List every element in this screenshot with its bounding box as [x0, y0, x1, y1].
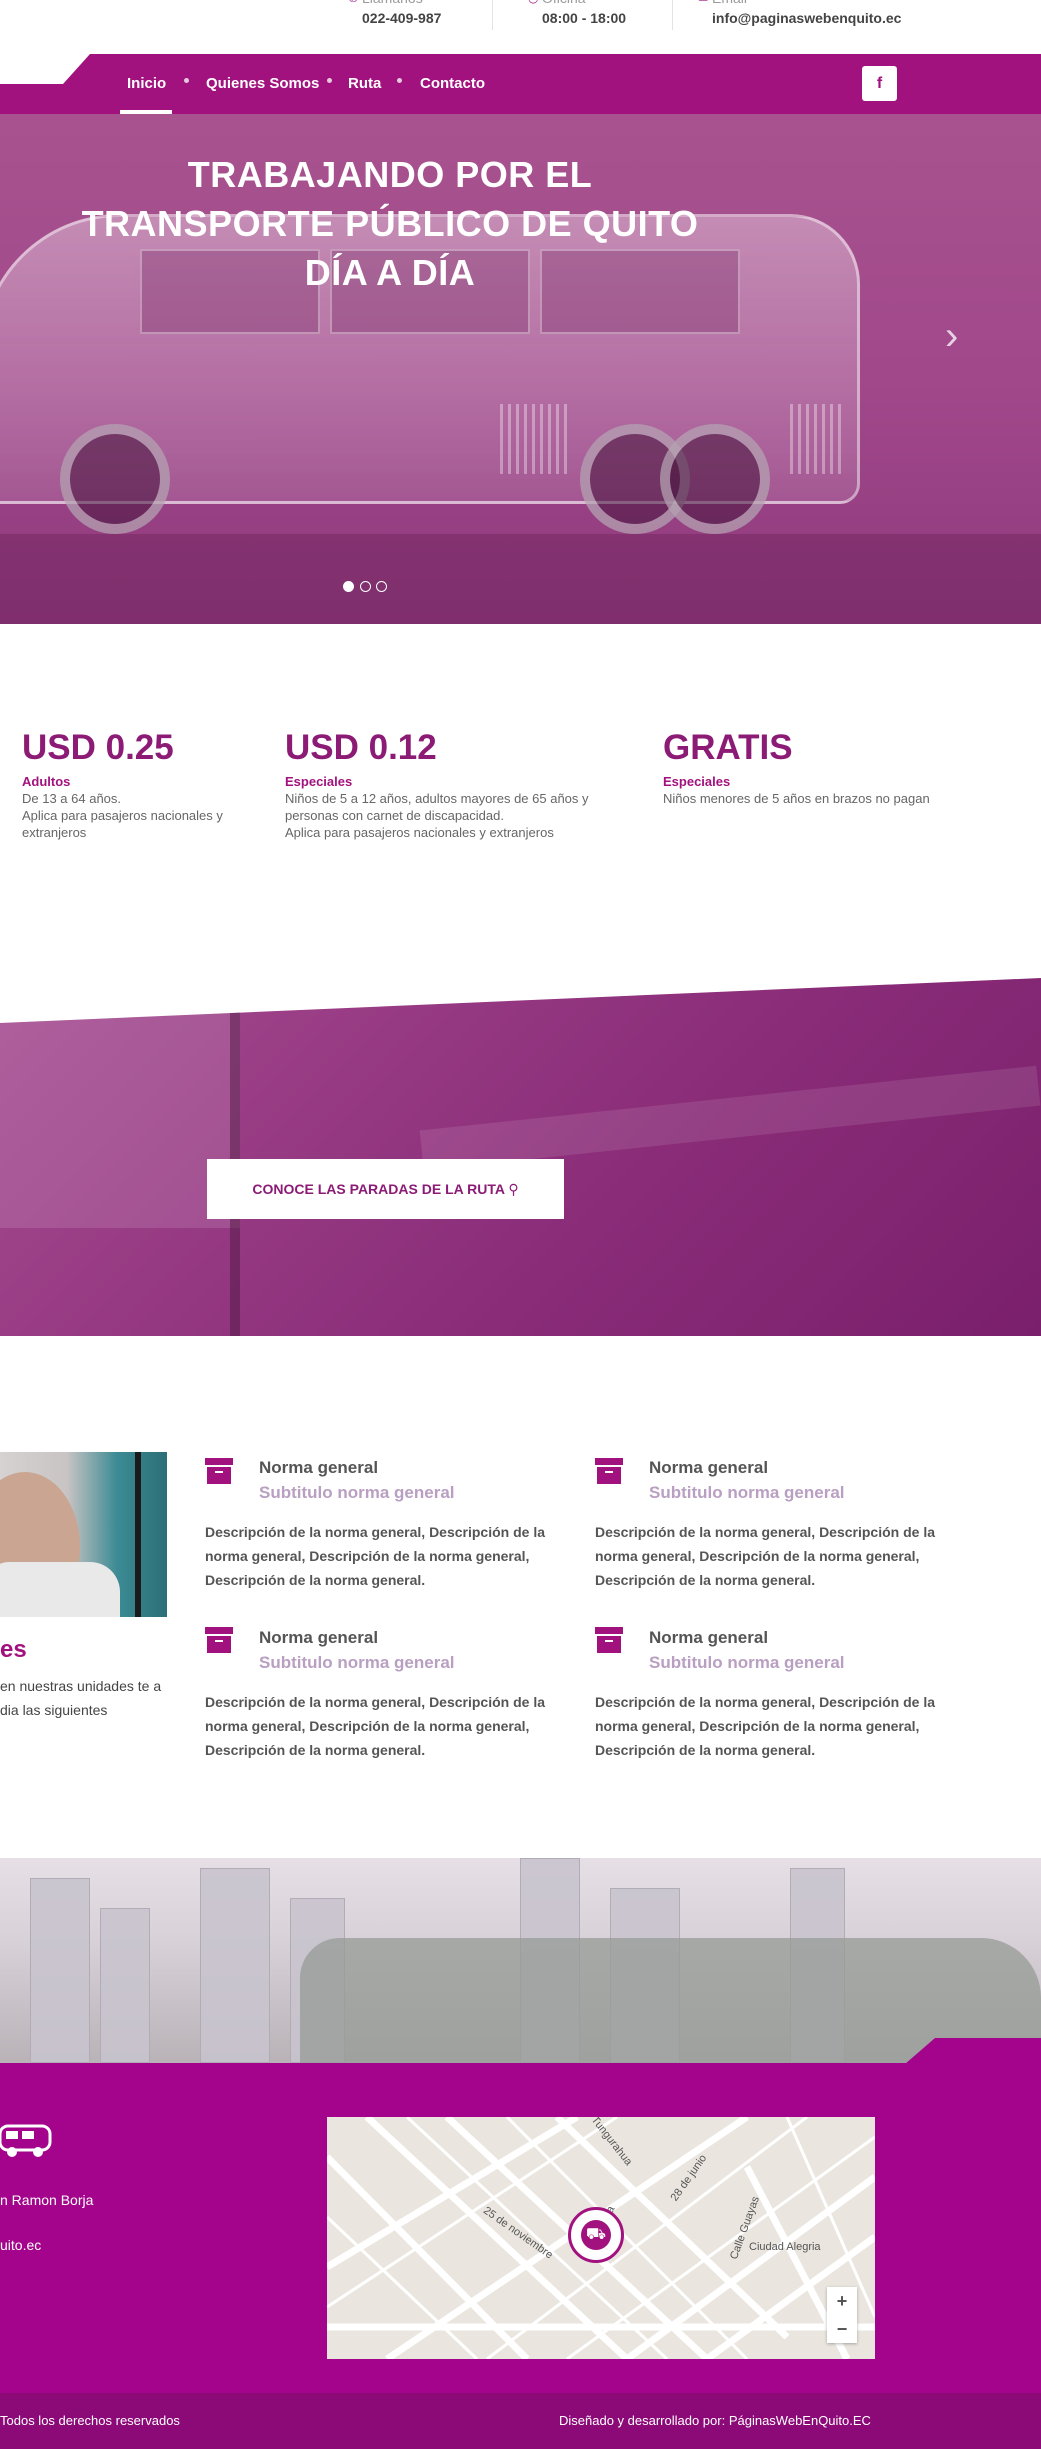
- map-zoom-control: + −: [827, 2287, 857, 2343]
- contact-label: Oficina: [542, 0, 626, 8]
- phone-icon: ✆: [348, 0, 358, 4]
- rule-title: Norma general: [259, 1458, 379, 1477]
- contact-value[interactable]: info@paginaswebenquito.ec: [712, 8, 901, 28]
- nav-quienes-somos[interactable]: Quienes Somos: [206, 72, 319, 96]
- clock-icon: ◷: [528, 0, 538, 4]
- contact-email: ✉ Email info@paginaswebenquito.ec: [698, 0, 901, 38]
- passenger-shirt: [0, 1562, 120, 1617]
- facebook-icon[interactable]: f: [862, 66, 897, 101]
- nav-separator: [327, 78, 332, 83]
- slider-dot-2[interactable]: [360, 581, 371, 592]
- rule-title: Norma general: [649, 1628, 769, 1647]
- hero-title: TRABAJANDO POR EL TRANSPORTE PÚBLICO DE …: [40, 150, 740, 297]
- price-info: Especiales Niños de 5 a 12 años, adultos…: [285, 774, 615, 841]
- rules-heading: es: [0, 1636, 27, 1663]
- rule-description: Descripción de la norma general, Descrip…: [595, 1694, 936, 1758]
- footer-email[interactable]: uito.ec: [0, 2236, 41, 2254]
- price-description: De 13 a 64 años.: [22, 791, 122, 806]
- rules-intro: en nuestras unidades te a dia las siguie…: [0, 1678, 162, 1718]
- bus-icon: ⛟: [581, 2220, 611, 2250]
- nav-inicio[interactable]: Inicio: [127, 72, 166, 96]
- city-banner: [0, 1858, 1041, 2063]
- contact-label: Email: [712, 0, 901, 8]
- passenger-photo: [0, 1452, 167, 1617]
- rule-title: Norma general: [649, 1458, 769, 1477]
- nav-contacto[interactable]: Contacto: [420, 72, 485, 96]
- nav-separator: [397, 78, 402, 83]
- rule-subtitle: Subtitulo norma general: [649, 1483, 845, 1502]
- price-info: Especiales Niños menores de 5 años en br…: [663, 774, 993, 807]
- contact-label: Llámanos: [362, 0, 441, 8]
- route-stops-button[interactable]: CONOCE LAS PARADAS DE LA RUTA ⚲: [207, 1159, 564, 1219]
- rule-title: Norma general: [259, 1628, 379, 1647]
- archive-icon: [595, 1458, 623, 1484]
- footer-address: n Ramon Borja: [0, 2192, 94, 2208]
- archive-icon: [205, 1627, 233, 1653]
- price-category: Especiales: [663, 774, 731, 789]
- bus-grille: [790, 404, 845, 474]
- bus-rail: [135, 1452, 141, 1617]
- rule-subtitle: Subtitulo norma general: [649, 1653, 845, 1672]
- bus-wheel: [60, 424, 170, 534]
- price-description: Aplica para pasajeros nacionales y extra…: [285, 825, 554, 840]
- contact-value[interactable]: 022-409-987: [362, 8, 441, 28]
- credits-link[interactable]: Diseñado y desarrollado por: PáginasWebE…: [559, 2413, 871, 2429]
- map-marker-icon[interactable]: ⛟: [568, 2207, 624, 2263]
- building: [200, 1868, 270, 2063]
- nav-ruta[interactable]: Ruta: [348, 72, 381, 96]
- nav-separator: [184, 78, 189, 83]
- price-description: Aplica para pasajeros nacionales y extra…: [22, 808, 223, 840]
- building: [30, 1878, 90, 2063]
- zoom-out-button[interactable]: −: [827, 2315, 857, 2343]
- slider-dot-1[interactable]: [343, 581, 354, 592]
- hero-title-line: TRANSPORTE PÚBLICO DE QUITO: [81, 203, 699, 244]
- hero-title-line: DÍA A DÍA: [304, 252, 476, 293]
- contact-phone: ✆ Llámanos 022-409-987: [348, 0, 441, 38]
- route-banner: [0, 978, 1041, 1336]
- divider: [492, 0, 493, 30]
- rule-description: Descripción de la norma general, Descrip…: [205, 1694, 546, 1758]
- price-info: Adultos De 13 a 64 años. Aplica para pas…: [22, 774, 247, 841]
- road-streak: [419, 1065, 1041, 1171]
- rule-subtitle: Subtitulo norma general: [259, 1483, 455, 1502]
- price-description: Niños menores de 5 años en brazos no pag…: [663, 791, 930, 806]
- envelope-icon: ✉: [698, 0, 708, 4]
- bus-wheel: [660, 424, 770, 534]
- route-button-label: CONOCE LAS PARADAS DE LA RUTA: [252, 1181, 505, 1197]
- price-gratis: GRATIS: [663, 728, 793, 767]
- price-adultos: USD 0.25: [22, 728, 174, 767]
- archive-icon: [205, 1458, 233, 1484]
- building: [100, 1908, 150, 2063]
- rule-description: Descripción de la norma general, Descrip…: [205, 1524, 546, 1588]
- rule-description: Descripción de la norma general, Descrip…: [595, 1524, 936, 1588]
- map-marker-icon: ⚲: [508, 1181, 519, 1197]
- price-description: Niños de 5 a 12 años, adultos mayores de…: [285, 791, 589, 823]
- road: [0, 534, 1041, 624]
- hero-title-line: TRABAJANDO POR EL: [187, 154, 593, 195]
- zoom-in-button[interactable]: +: [827, 2287, 857, 2315]
- price-category: Especiales: [285, 774, 353, 789]
- divider: [672, 0, 673, 30]
- contact-office: ◷ Oficina 08:00 - 18:00: [528, 0, 627, 38]
- price-especiales: USD 0.12: [285, 728, 437, 767]
- map-place-label: Ciudad Alegria: [749, 2241, 821, 2253]
- contact-value: 08:00 - 18:00: [542, 10, 627, 26]
- bus-grille: [500, 404, 570, 474]
- slider-dot-3[interactable]: [376, 581, 387, 592]
- price-category: Adultos: [22, 774, 71, 789]
- chevron-right-icon[interactable]: ›: [945, 316, 971, 356]
- copyright-text: Todos los derechos reservados: [0, 2413, 180, 2428]
- rule-subtitle: Subtitulo norma general: [259, 1653, 455, 1672]
- bus-stop-glass: [0, 1008, 240, 1228]
- bus-logo-icon: [0, 2118, 56, 2162]
- archive-icon: [595, 1627, 623, 1653]
